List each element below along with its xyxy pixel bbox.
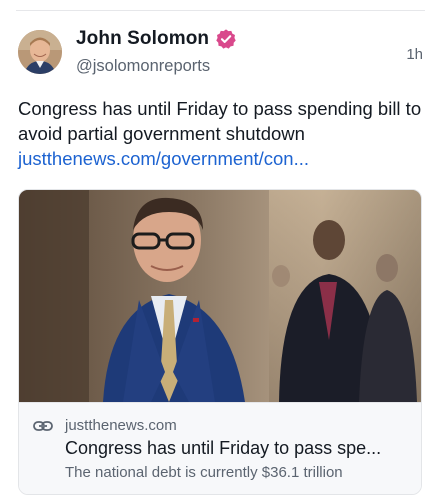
link-chain-icon [33, 419, 53, 433]
post-body: Congress has until Friday to pass spendi… [18, 96, 425, 171]
author-handle[interactable]: @jsolomonreports [76, 57, 210, 76]
link-preview-image [19, 190, 421, 402]
link-preview-card[interactable]: justthenews.com Congress has until Frida… [18, 189, 422, 495]
post-text: Congress has until Friday to pass spendi… [18, 98, 422, 144]
post-card[interactable]: John Solomon @jsolomonreports 1h Congres… [0, 0, 441, 500]
display-name[interactable]: John Solomon [76, 28, 209, 50]
link-domain-row: justthenews.com [33, 417, 177, 434]
link-description: The national debt is currently $36.1 tri… [65, 464, 343, 481]
verified-badge-icon [215, 28, 237, 50]
name-row: John Solomon [76, 28, 237, 50]
top-divider [16, 10, 425, 11]
post-timestamp[interactable]: 1h [406, 46, 423, 63]
avatar-photo [18, 30, 62, 74]
avatar[interactable] [18, 30, 62, 74]
post-header: John Solomon @jsolomonreports 1h [18, 28, 425, 80]
link-title[interactable]: Congress has until Friday to pass spe... [65, 438, 407, 459]
post-link[interactable]: justthenews.com/government/con... [18, 146, 425, 171]
link-domain: justthenews.com [65, 417, 177, 434]
link-preview-body: justthenews.com Congress has until Frida… [19, 402, 421, 494]
